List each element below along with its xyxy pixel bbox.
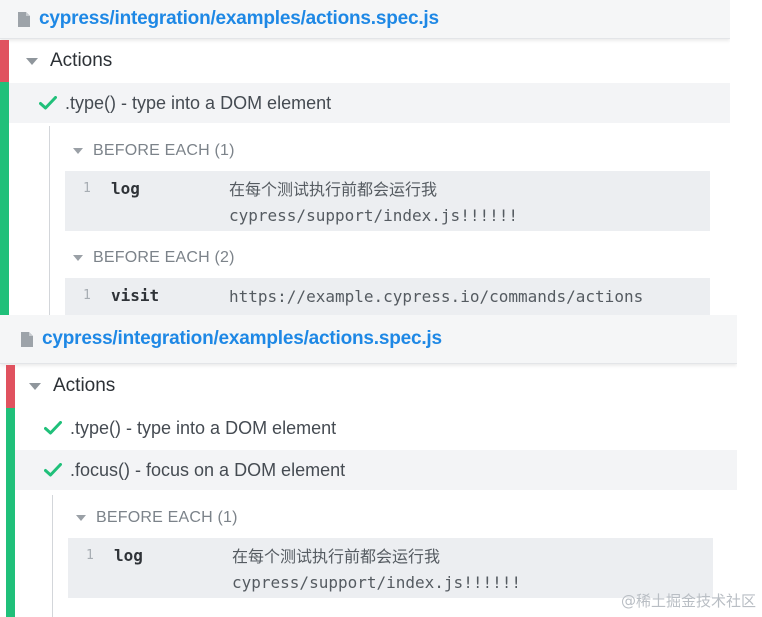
check-icon <box>44 421 62 435</box>
test-status-bar <box>0 82 9 315</box>
test-title: .type() - type into a DOM element <box>65 92 332 113</box>
hook-header[interactable]: BEFORE EACH (1) <box>73 136 235 166</box>
command-number: 1 <box>83 181 91 196</box>
command-message: https://example.cypress.io/commands/acti… <box>229 287 644 306</box>
suite-title: Actions <box>53 375 116 396</box>
caret-down-icon[interactable] <box>73 148 83 154</box>
command-message: 在每个测试执行前都会运行我 cypress/support/index.js!!… <box>232 547 521 592</box>
hook-title: BEFORE EACH (1) <box>93 142 235 159</box>
test-row[interactable]: .type() - type into a DOM element <box>15 408 737 448</box>
suite-row[interactable]: Actions <box>9 41 730 81</box>
suite-title: Actions <box>50 50 113 71</box>
hook-header[interactable]: BEFORE EACH (2) <box>73 243 235 273</box>
spec-file-path[interactable]: cypress/integration/examples/actions.spe… <box>42 328 442 350</box>
suite-row[interactable]: Actions <box>15 366 737 406</box>
command-number: 1 <box>83 288 91 303</box>
hook-indent-line <box>49 126 50 315</box>
hook-header[interactable]: BEFORE EACH (1) <box>76 503 238 533</box>
spec-file-header[interactable]: cypress/integration/examples/actions.spe… <box>0 315 737 364</box>
file-icon <box>18 11 30 27</box>
hook-title: BEFORE EACH (2) <box>93 249 235 266</box>
spec-panel: cypress/integration/examples/actions.spe… <box>0 0 730 315</box>
hook-indent-line <box>52 495 53 617</box>
caret-down-icon[interactable] <box>29 382 41 390</box>
spec-file-path[interactable]: cypress/integration/examples/actions.spe… <box>39 8 439 30</box>
command-name: visit <box>111 286 160 305</box>
test-status-bar <box>6 408 15 617</box>
check-icon <box>44 463 62 477</box>
command-name: log <box>114 546 143 565</box>
caret-down-icon[interactable] <box>73 255 83 261</box>
command-row[interactable]: 1 visit https://example.cypress.io/comma… <box>65 278 710 315</box>
test-title: .focus() - focus on a DOM element <box>70 459 346 480</box>
caret-down-icon[interactable] <box>76 515 86 521</box>
spec-file-header[interactable]: cypress/integration/examples/actions.spe… <box>0 0 730 39</box>
check-icon <box>39 96 57 110</box>
spec-panel: cypress/integration/examples/actions.spe… <box>0 315 737 617</box>
suite-status-bar <box>6 365 15 408</box>
test-row[interactable]: .focus() - focus on a DOM element <box>15 450 737 490</box>
file-icon <box>21 331 33 347</box>
suite-status-bar <box>0 40 9 82</box>
watermark: @稀土掘金技术社区 <box>620 592 756 610</box>
command-number: 1 <box>86 548 94 563</box>
test-row[interactable]: .type() - type into a DOM element <box>9 83 730 123</box>
command-row[interactable]: 1 log 在每个测试执行前都会运行我 cypress/support/inde… <box>68 538 713 598</box>
test-title: .type() - type into a DOM element <box>70 417 337 438</box>
command-message: 在每个测试执行前都会运行我 cypress/support/index.js!!… <box>229 180 518 225</box>
caret-down-icon[interactable] <box>26 57 38 65</box>
hook-title: BEFORE EACH (1) <box>96 509 238 526</box>
command-name: log <box>111 179 140 198</box>
command-row[interactable]: 1 log 在每个测试执行前都会运行我 cypress/support/inde… <box>65 171 710 231</box>
